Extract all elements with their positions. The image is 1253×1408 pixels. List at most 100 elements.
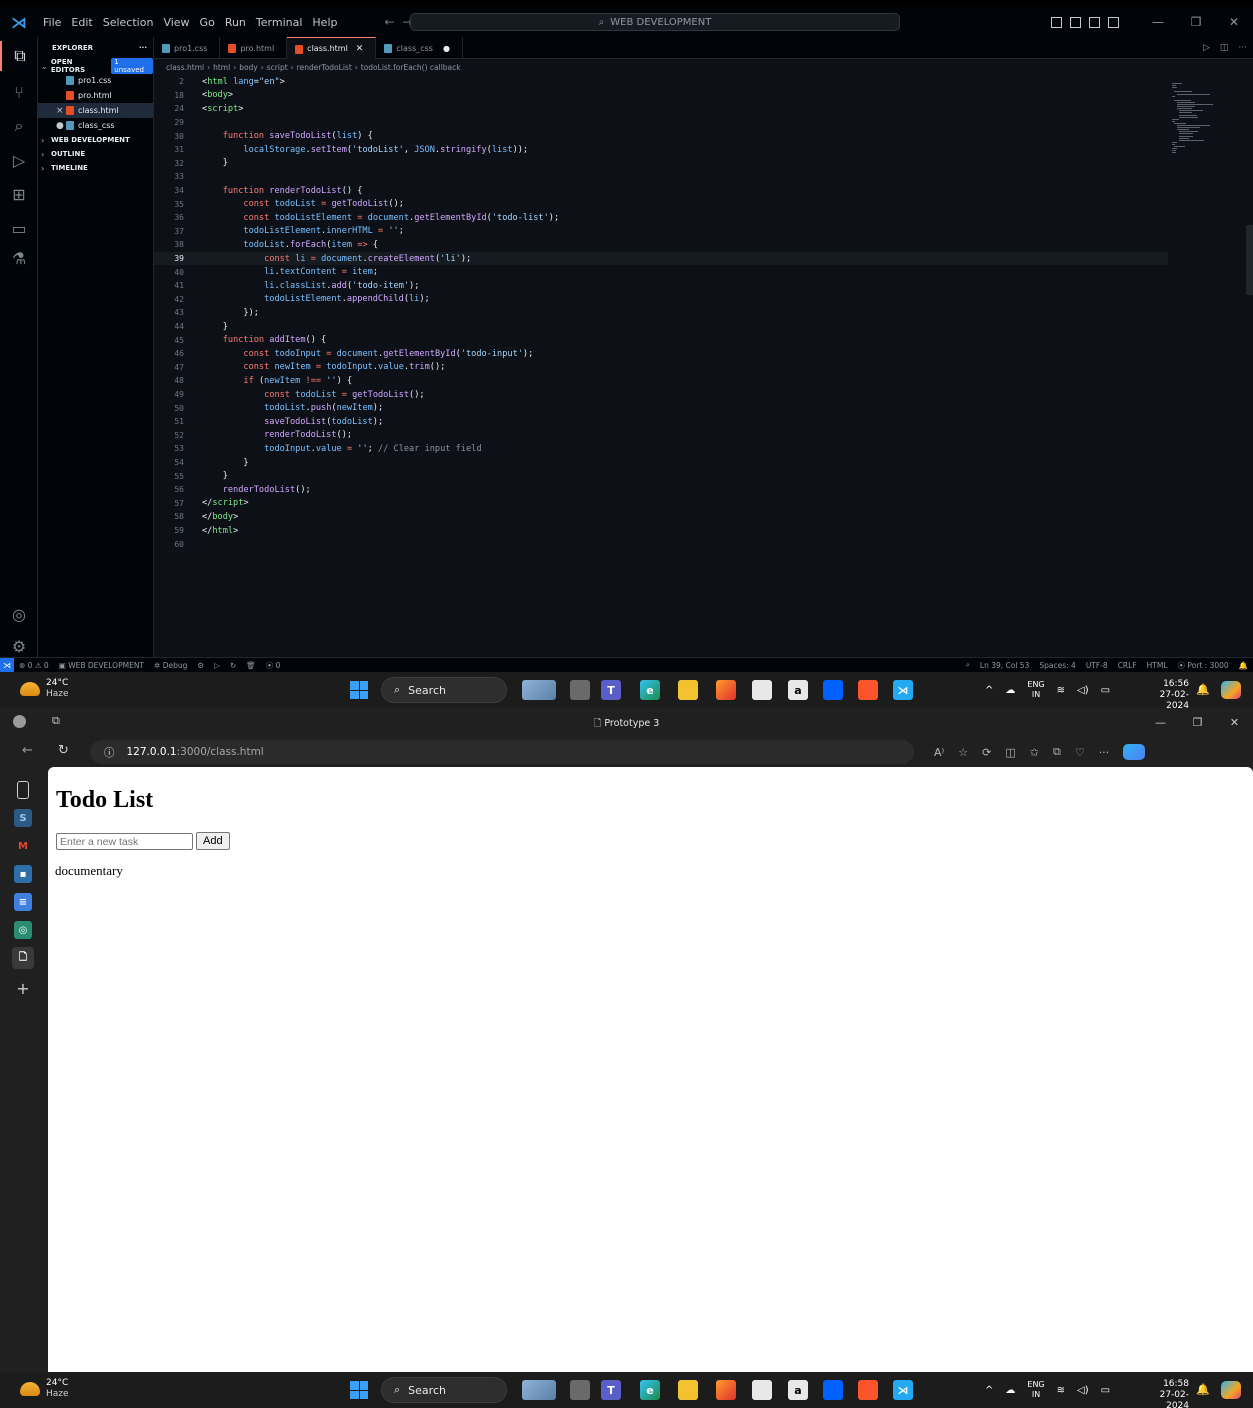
code-line[interactable]: 55 } — [154, 469, 1168, 483]
file-explorer-icon[interactable] — [678, 680, 698, 700]
unsaved-dot-icon[interactable]: ● — [443, 44, 450, 53]
windows-start-icon[interactable] — [350, 681, 368, 699]
code-line[interactable]: 39 const li = document.createElement('li… — [154, 251, 1168, 266]
code-line[interactable]: 33 — [154, 170, 1168, 184]
code-line[interactable]: 40 li.textContent = item; — [154, 265, 1168, 279]
taskbar-search[interactable]: ⌕ Search — [381, 677, 507, 703]
favorites-icon[interactable]: ✩ — [1030, 746, 1039, 759]
copilot-icon[interactable] — [1221, 1381, 1241, 1399]
run-debug-icon[interactable]: ▷ — [0, 145, 38, 175]
file-explorer-icon[interactable] — [678, 1380, 698, 1400]
trash-status-icon[interactable]: 🗑 — [241, 661, 261, 670]
workspace-status[interactable]: ▣ WEB DEVELOPMENT — [54, 661, 149, 670]
code-line[interactable]: 30 function saveTodoList(list) { — [154, 129, 1168, 143]
microsoft-store-icon[interactable] — [752, 680, 772, 700]
ports-status[interactable]: ⦿ 0 — [261, 660, 286, 671]
editor-scrollbar[interactable] — [1246, 225, 1253, 295]
code-line[interactable]: 41 li.classList.add('todo-item'); — [154, 279, 1168, 293]
address-bar[interactable]: ⓘ 127.0.0.1:3000/class.html — [90, 740, 914, 764]
encoding[interactable]: UTF-8 — [1081, 661, 1113, 670]
firefox-icon[interactable] — [716, 680, 736, 700]
onedrive-cloud-icon[interactable]: ☁ — [1005, 685, 1015, 696]
extensions-icon[interactable]: ⊞ — [0, 179, 38, 209]
code-editor[interactable]: 2 <html lang="en"> 18 <body> 24 <script> 29 30 … — [154, 75, 1253, 657]
run-icon[interactable]: ▷ — [1203, 43, 1210, 53]
menu-selection[interactable]: Selection — [98, 16, 159, 29]
copilot-icon[interactable] — [1221, 681, 1241, 699]
code-line[interactable]: 56 renderTodoList(); — [154, 483, 1168, 497]
code-line[interactable]: 42 todoListElement.appendChild(li); — [154, 293, 1168, 307]
volume-icon[interactable]: ◁) — [1077, 685, 1089, 696]
read-aloud-icon[interactable]: A⁾ — [934, 746, 944, 759]
menu-terminal[interactable]: Terminal — [251, 16, 308, 29]
code-line[interactable]: 51 saveTodoList(todoList); — [154, 415, 1168, 429]
notification-bell-icon[interactable]: 🔔 — [1196, 683, 1210, 696]
vscode-taskbar-icon[interactable]: ⋊ — [893, 1380, 913, 1400]
source-control-icon[interactable]: ⑂ — [0, 77, 38, 107]
language-mode[interactable]: HTML — [1142, 661, 1173, 670]
code-line[interactable]: 48 if (newItem !== '') { — [154, 374, 1168, 388]
run-status-icon[interactable]: ▷ — [209, 661, 225, 670]
end-of-line[interactable]: CRLF — [1113, 661, 1142, 670]
sync-status-icon[interactable]: ↻ — [225, 661, 241, 670]
menu-go[interactable]: Go — [195, 16, 220, 29]
testing-icon[interactable]: ⚗ — [0, 243, 38, 273]
code-line[interactable]: 2 <html lang="en"> — [154, 75, 1168, 89]
menu-edit[interactable]: Edit — [66, 16, 97, 29]
code-line[interactable]: 35 const todoList = getTodoList(); — [154, 197, 1168, 211]
amazon-icon[interactable]: a — [788, 1380, 808, 1400]
refresh-icon[interactable]: ↻ — [58, 743, 69, 758]
collections-icon[interactable]: ⧉ — [1053, 745, 1061, 759]
menu-help[interactable]: Help — [307, 16, 342, 29]
unsaved-dot-icon[interactable]: ● — [56, 121, 66, 131]
code-line[interactable]: 34 function renderTodoList() { — [154, 184, 1168, 198]
back-arrow-icon[interactable]: ← — [384, 15, 402, 29]
firefox-icon[interactable] — [716, 1380, 736, 1400]
code-line[interactable]: 47 const newItem = todoInput.value.trim(… — [154, 361, 1168, 375]
remote-indicator-icon[interactable]: ⋊ — [0, 657, 14, 673]
code-line[interactable]: 44 } — [154, 320, 1168, 334]
add-icon[interactable]: + — [14, 979, 32, 998]
section-timeline[interactable]: › TIMELINE — [38, 161, 153, 175]
onedrive-cloud-icon[interactable]: ☁ — [1005, 1385, 1015, 1396]
widgets-news-icon[interactable] — [522, 680, 556, 700]
minimap[interactable] — [1172, 83, 1232, 163]
open-editor-item[interactable]: pro1.css — [38, 73, 153, 88]
code-line[interactable]: 46 const todoInput = document.getElement… — [154, 347, 1168, 361]
code-line[interactable]: 60 — [154, 537, 1168, 551]
code-line[interactable]: 31 localStorage.setItem('todoList', JSON… — [154, 143, 1168, 157]
restore-button[interactable]: ❐ — [1179, 708, 1216, 737]
language-indicator[interactable]: ENG IN — [1027, 680, 1044, 700]
editor-tab[interactable]: class.html ✕ — [287, 37, 377, 59]
section-web-development[interactable]: › WEB DEVELOPMENT — [38, 133, 153, 147]
code-line[interactable]: 53 todoInput.value = ''; // Clear input … — [154, 442, 1168, 456]
live-server-port[interactable]: ⦿ Port : 3000 — [1173, 660, 1234, 671]
weather-widget[interactable]: 24°C Haze — [20, 678, 69, 700]
add-button[interactable]: Add — [196, 832, 230, 850]
performance-icon[interactable]: ♡ — [1075, 746, 1085, 759]
sidebar-app-s-icon[interactable]: S — [14, 809, 32, 827]
toggle-panel-icon[interactable] — [1070, 16, 1081, 28]
code-line[interactable]: 58 </body> — [154, 510, 1168, 524]
language-indicator[interactable]: ENG IN — [1027, 1380, 1044, 1400]
editor-tab[interactable]: pro1.css — [154, 37, 221, 59]
copilot-icon[interactable] — [1123, 744, 1146, 760]
code-line[interactable]: 37 todoListElement.innerHTML = ''; — [154, 225, 1168, 239]
code-line[interactable]: 43 }); — [154, 306, 1168, 320]
browser-tab-title[interactable]: 🗋 Prototype 3 — [0, 716, 1253, 732]
open-editor-item[interactable]: ● class_css — [38, 118, 153, 133]
widgets-news-icon[interactable] — [522, 1380, 556, 1400]
breadcrumb-item[interactable]: renderTodoList — [297, 63, 352, 72]
restore-button[interactable]: ❐ — [1177, 15, 1215, 29]
teams-icon[interactable]: T — [601, 1380, 621, 1400]
code-line[interactable]: 52 renderTodoList(); — [154, 429, 1168, 443]
gmail-icon[interactable]: M — [14, 837, 32, 855]
wifi-icon[interactable]: ≋ — [1057, 685, 1065, 696]
gear-status-icon[interactable]: ⚙ — [192, 661, 209, 670]
close-button[interactable]: ✕ — [1215, 15, 1253, 29]
close-button[interactable]: ✕ — [1216, 708, 1253, 737]
microsoft-store-icon[interactable] — [752, 1380, 772, 1400]
menu-view[interactable]: View — [158, 16, 194, 29]
page-tab-icon[interactable]: 🗋 — [12, 947, 34, 969]
edge-icon[interactable]: e — [640, 680, 660, 700]
